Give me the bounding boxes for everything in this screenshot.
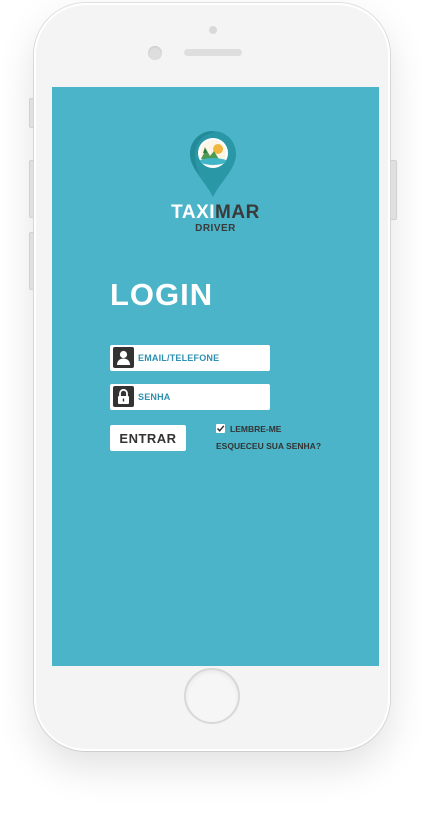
- lock-icon: [113, 386, 134, 407]
- checkmark-icon: [216, 425, 225, 432]
- home-button[interactable]: [184, 668, 240, 724]
- front-camera: [148, 46, 162, 60]
- password-field[interactable]: SENHA: [110, 384, 270, 410]
- email-field[interactable]: EMAIL/TELEFONE: [110, 345, 270, 371]
- page-title: LOGIN: [110, 277, 214, 312]
- user-icon: [113, 347, 134, 368]
- password-placeholder: SENHA: [138, 392, 171, 402]
- remember-me-checkbox[interactable]: [216, 424, 225, 433]
- earpiece-speaker: [184, 49, 242, 56]
- login-screen: TAXIMAR DRIVER LOGIN EMAIL/TELEFONE SENH…: [52, 87, 379, 666]
- proximity-sensor: [209, 26, 217, 34]
- brand-taxi: TAXI: [171, 202, 216, 223]
- brand-mar: MAR: [215, 202, 260, 223]
- brand-subtitle: DRIVER: [195, 223, 236, 234]
- app-brand: TAXIMAR: [52, 202, 379, 224]
- login-button[interactable]: ENTRAR: [110, 425, 186, 451]
- email-placeholder: EMAIL/TELEFONE: [138, 353, 220, 363]
- map-pin-logo-icon: [189, 129, 237, 204]
- remember-me-label: LEMBRE-ME: [230, 424, 282, 434]
- power-button: [390, 160, 397, 220]
- forgot-password-link[interactable]: ESQUECEU SUA SENHA?: [216, 441, 321, 451]
